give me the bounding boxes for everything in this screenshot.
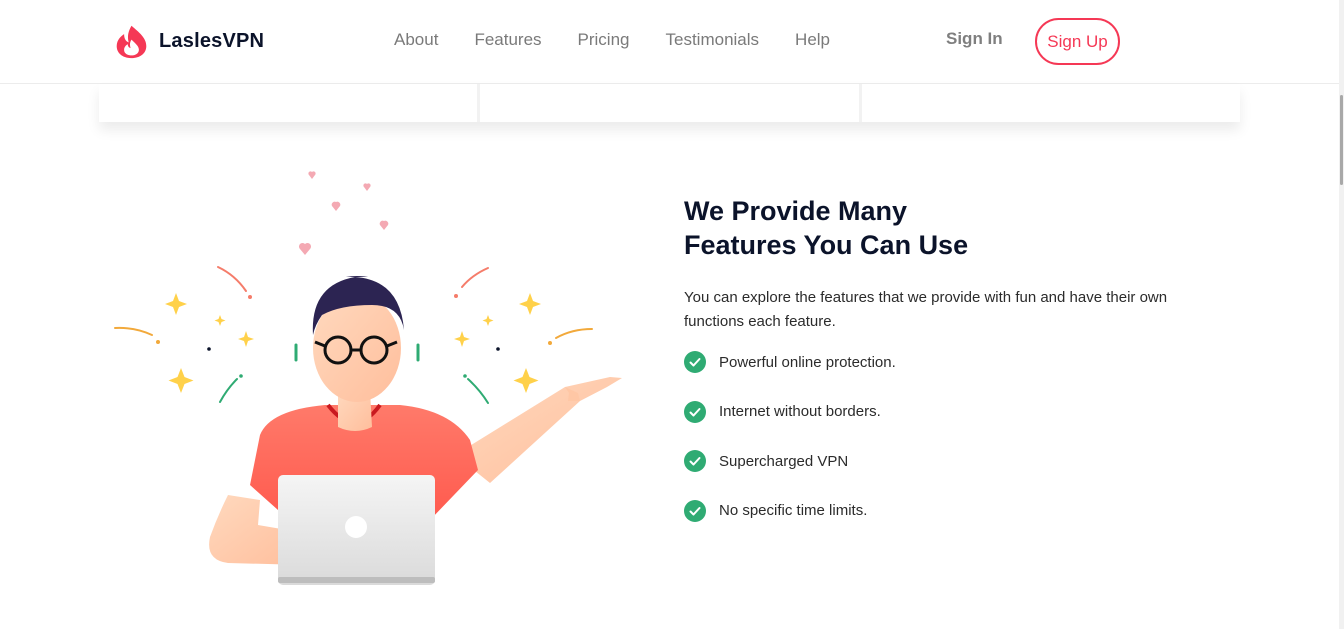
feature-label: Internet without borders. — [719, 403, 881, 420]
nav-about[interactable]: About — [394, 30, 438, 50]
illustration-svg — [114, 171, 622, 585]
check-circle-icon — [684, 450, 706, 472]
check-circle-icon — [684, 351, 706, 373]
stat-card — [480, 84, 862, 122]
sign-up-button[interactable]: Sign Up — [1035, 18, 1120, 65]
feature-item: Internet without borders. — [684, 400, 1244, 424]
scrollbar-thumb[interactable] — [1340, 95, 1343, 185]
features-title-line1: We Provide Many — [684, 196, 908, 226]
nav-features[interactable]: Features — [474, 30, 541, 50]
features-section: We Provide Many Features You Can Use You… — [684, 194, 1244, 548]
feature-item: Powerful online protection. — [684, 350, 1244, 374]
site-header: LaslesVPN About Features Pricing Testimo… — [0, 0, 1344, 84]
feature-label: Supercharged VPN — [719, 452, 849, 470]
main-nav: About Features Pricing Testimonials Help — [394, 30, 866, 50]
features-list: Powerful online protection. Internet wit… — [684, 350, 1244, 523]
nav-help[interactable]: Help — [795, 30, 830, 50]
feature-label: Powerful online protection. — [719, 353, 896, 371]
nav-testimonials[interactable]: Testimonials — [666, 30, 760, 50]
stat-card — [862, 84, 1240, 122]
check-circle-icon — [684, 400, 706, 423]
nav-pricing[interactable]: Pricing — [578, 30, 630, 50]
flame-logo-icon — [116, 25, 147, 59]
page-scrollbar[interactable] — [1339, 0, 1344, 629]
check-circle-icon — [684, 499, 706, 522]
features-title: We Provide Many Features You Can Use — [684, 194, 1244, 262]
feature-item: No specific time limits. — [684, 499, 1244, 523]
features-description: You can explore the features that we pro… — [684, 289, 1168, 330]
stats-strip — [99, 84, 1240, 122]
person-with-laptop-illustration — [110, 165, 630, 590]
brand-name: LaslesVPN — [159, 30, 265, 52]
stat-card — [99, 84, 481, 122]
features-title-line2: Features You Can Use — [684, 230, 969, 260]
feature-label: No specific time limits. — [719, 502, 868, 519]
sign-in-link[interactable]: Sign In — [946, 29, 1003, 49]
brand-logo[interactable]: LaslesVPN — [113, 23, 264, 60]
feature-item: Supercharged VPN — [684, 449, 1244, 473]
